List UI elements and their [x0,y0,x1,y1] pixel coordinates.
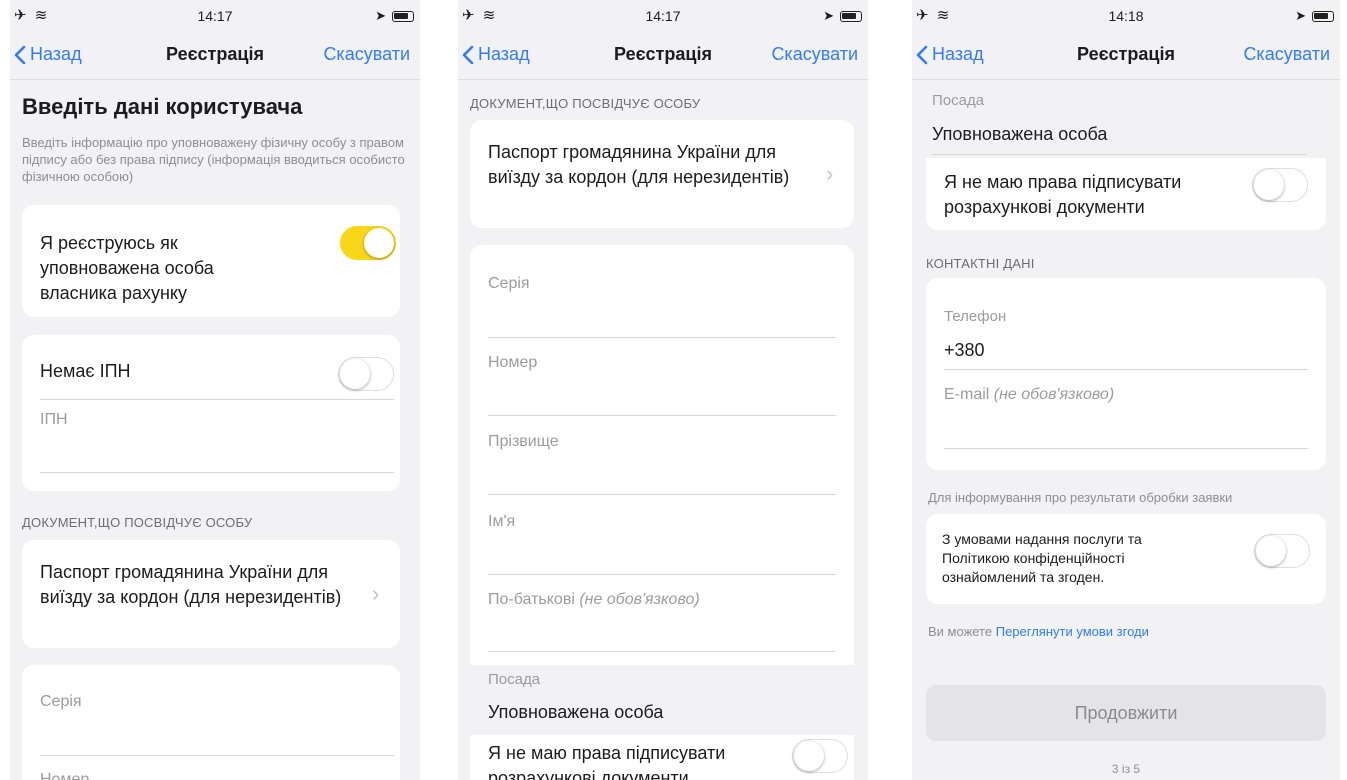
surname-underline [488,494,836,495]
page-title: Введіть дані користувача [22,94,303,119]
status-time: 14:17 [197,8,233,24]
series-input[interactable]: Серія [488,275,530,293]
location-icon: ➤ [375,8,386,23]
status-time: 14:18 [1108,8,1144,24]
position-label: Посада [488,671,541,688]
battery-icon [1312,10,1334,22]
passport-card: Серія Номер [22,665,400,780]
position-value: Уповноважена особа [488,702,664,722]
terms-prefix: Ви можете [928,624,993,639]
step-indicator: 3 із 5 [1111,762,1141,776]
no-ipn-toggle[interactable] [338,357,394,391]
ipn-card: Немає ІПН ІПН [22,335,400,491]
doc-section-title: ДОКУМЕНТ,ЩО ПОСВІДЧУЄ ОСОБУ [470,96,701,111]
location-icon: ➤ [1295,8,1306,23]
location-icon: ➤ [823,8,834,23]
surname-input[interactable]: Прізвище [488,433,559,451]
screen-3: ✈ ≋ 14:18 ➤ Назад Реєстрація Скасувати П… [912,0,1340,780]
authorized-card: Я реєструюсь як уповноважена особа власн… [22,205,400,317]
consent-label: З умовами надання послуги та Політикою к… [942,531,1142,585]
ipn-input[interactable]: ІПН [40,411,68,429]
cancel-button[interactable]: Скасувати [771,44,858,65]
email-placeholder: E-mail [944,386,990,403]
doc-value: Паспорт громадянина України для виїзду з… [488,142,790,187]
series-input[interactable]: Серія [40,693,82,711]
phone-label: Телефон [944,308,1007,325]
no-sign-toggle[interactable] [792,739,848,773]
no-sign-label: Я не маю права підписувати розрахункові … [488,743,726,780]
cancel-button[interactable]: Скасувати [323,44,410,65]
screen-1: ✈ ≋ 14:17 ➤ Назад Реєстрація Скасувати В… [10,0,420,780]
position-underline [932,154,1306,155]
optional-hint: (не обов'язково) [993,386,1115,403]
ipn-underline [40,472,394,473]
authorized-toggle[interactable] [340,226,396,260]
position-value: Уповноважена особа [932,124,1108,144]
status-time: 14:17 [645,8,681,24]
no-ipn-label: Немає ІПН [40,361,131,381]
no-sign-label: Я не маю права підписувати розрахункові … [944,172,1182,217]
nav-bar: Назад Реєстрація Скасувати [458,30,868,80]
phone-underline [944,369,1308,370]
consent-card: З умовами надання послуги та Політикою к… [926,514,1326,604]
email-input[interactable]: E-mail (не обов'язково) [944,386,1114,404]
info-note: Для інформування про результати обробки … [928,490,1233,505]
doc-section-title: ДОКУМЕНТ,ЩО ПОСВІДЧУЄ ОСОБУ [22,515,253,530]
authorized-label: Я реєструюсь як уповноважена особа власн… [40,233,214,303]
number-input[interactable]: Номер [40,771,89,780]
nav-bar: Назад Реєстрація Скасувати [912,30,1340,80]
phone-input[interactable]: +380 [944,338,985,363]
doc-value: Паспорт громадянина України для виїзду з… [40,562,342,607]
doc-select[interactable]: Паспорт громадянина України для виїзду з… [22,540,400,648]
chevron-right-icon: › [826,161,834,186]
cancel-button[interactable]: Скасувати [1243,44,1330,65]
no-sign-row: Я не маю права підписувати розрахункові … [926,158,1326,230]
divider [40,399,394,400]
email-underline [944,448,1308,449]
continue-button[interactable]: Продовжити [926,685,1326,741]
nav-bar: Назад Реєстрація Скасувати [10,30,420,80]
status-bar: ✈ ≋ 14:18 ➤ [912,0,1340,30]
optional-hint: (не обов'язково) [579,591,700,608]
no-sign-row: Я не маю права підписувати розрахункові … [470,735,854,780]
name-underline [488,574,836,575]
series-underline [40,755,394,756]
patronymic-input[interactable]: По-батькові (не обов'язково) [488,591,700,609]
series-underline [488,337,836,338]
consent-toggle[interactable] [1254,534,1310,568]
patronymic-placeholder: По-батькові [488,591,575,608]
status-bar: ✈ ≋ 14:17 ➤ [10,0,420,30]
no-sign-toggle[interactable] [1252,168,1308,202]
patronymic-underline [488,651,836,652]
battery-icon [840,10,862,22]
terms-note: Ви можете Переглянути умови згоди [928,624,1149,639]
position-field: Посада Уповноважена особа [470,665,854,735]
position-label: Посада [932,92,985,109]
screen-2: ✈ ≋ 14:17 ➤ Назад Реєстрація Скасувати Д… [458,0,868,780]
chevron-right-icon: › [372,581,380,606]
personal-card: Серія Номер Прізвище Ім'я По-батькові (н… [470,245,854,665]
status-bar: ✈ ≋ 14:17 ➤ [458,0,868,30]
number-underline [488,415,836,416]
page-description: Введіть інформацію про уповноважену фізи… [22,135,405,184]
contacts-card: Телефон +380 E-mail (не обов'язково) [926,278,1326,470]
contacts-section-title: КОНТАКТНІ ДАНІ [926,256,1035,271]
name-input[interactable]: Ім'я [488,513,515,531]
number-input[interactable]: Номер [488,354,537,372]
doc-select[interactable]: Паспорт громадянина України для виїзду з… [470,120,854,228]
position-field: Посада Уповноважена особа [926,80,1326,158]
terms-link[interactable]: Переглянути умови згоди [996,624,1149,639]
battery-icon [392,10,414,22]
